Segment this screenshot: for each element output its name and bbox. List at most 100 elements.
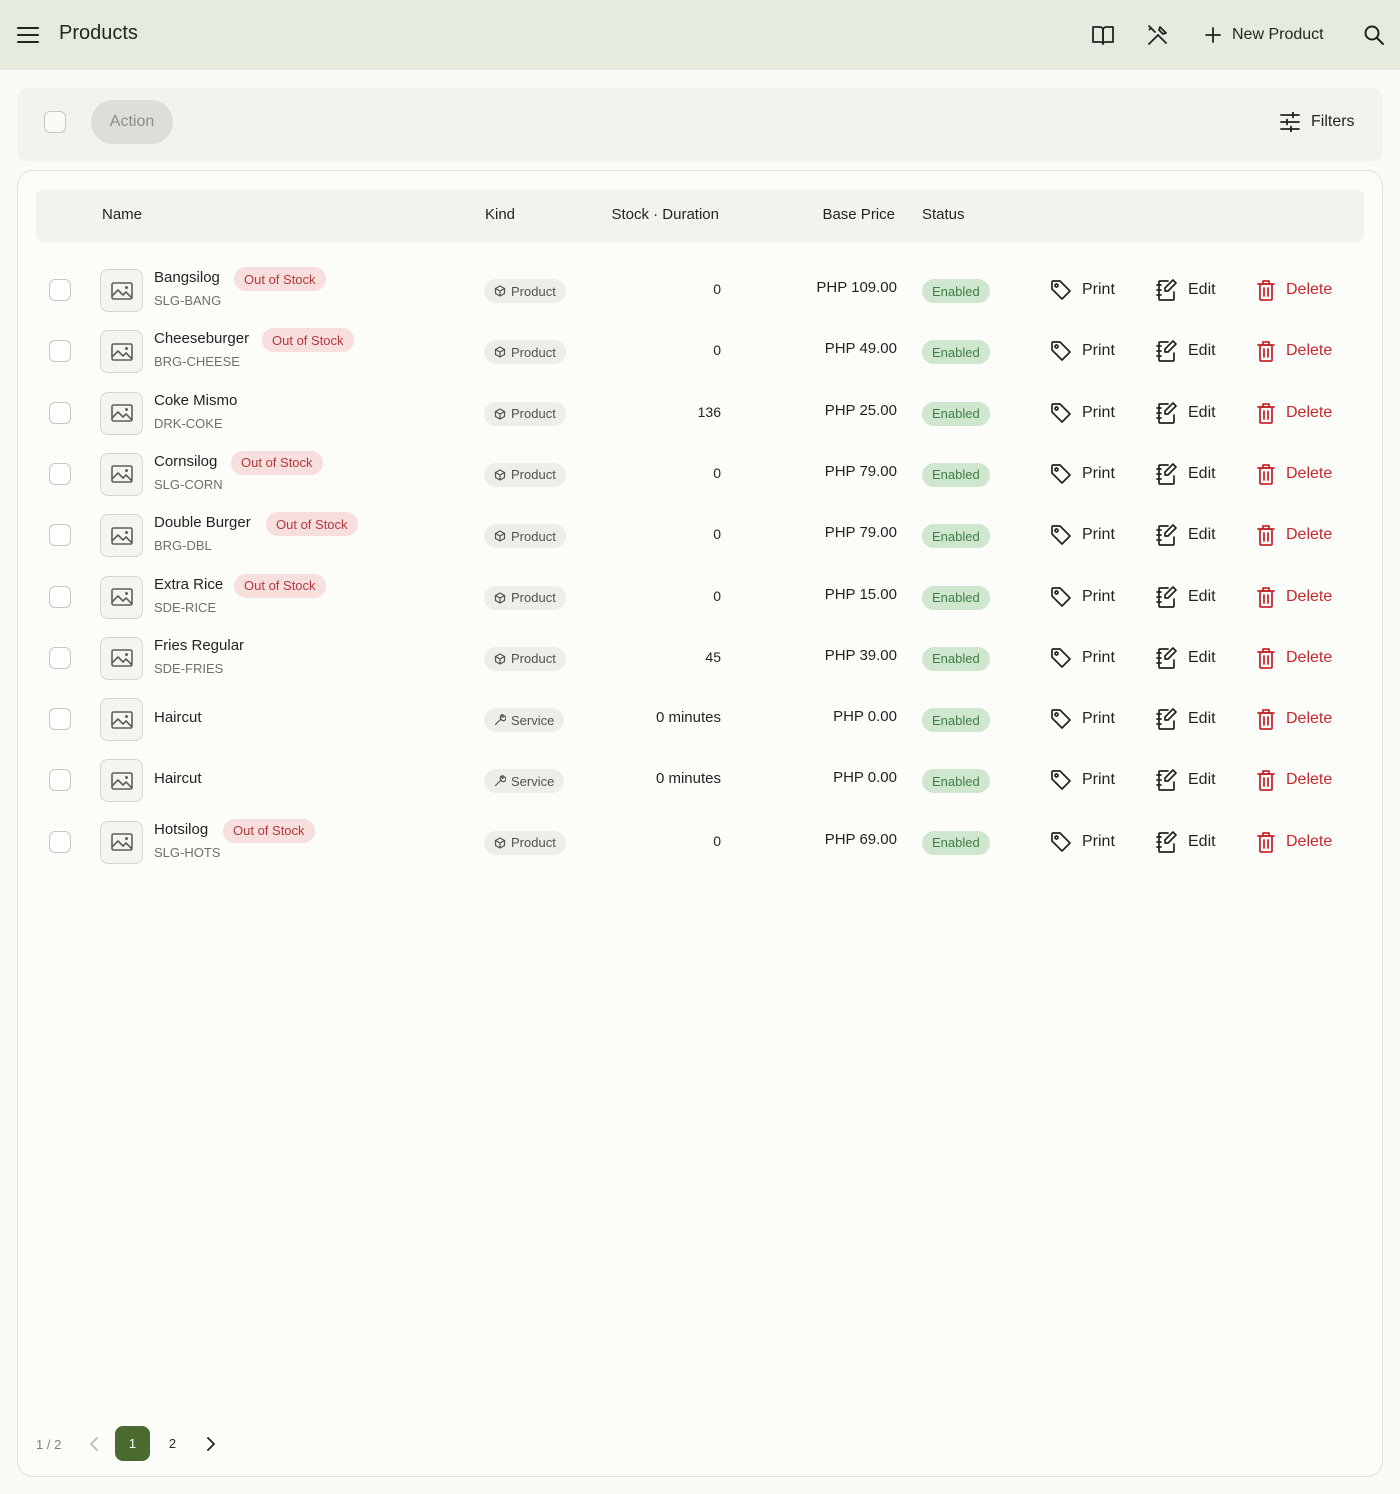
table-row[interactable]: Fries Regular SDE-FRIES Product 45 PHP 39.00… — [18, 628, 1384, 689]
product-name: Cheeseburger — [154, 330, 250, 348]
delete-button[interactable]: Delete — [1256, 460, 1332, 488]
status-badge: Enabled — [922, 401, 990, 426]
delete-button[interactable]: Delete — [1256, 705, 1332, 733]
column-header-stock[interactable]: Stock · Duration — [611, 206, 719, 223]
kind-badge: Service — [484, 708, 565, 733]
row-checkbox[interactable] — [49, 462, 71, 485]
product-sku: BRG-DBL — [154, 538, 212, 554]
table-row[interactable]: Coke Mismo DRK-COKE Product 136 PHP 25.00 Ena… — [18, 383, 1384, 444]
status-badge: Enabled — [922, 708, 990, 733]
row-checkbox[interactable] — [49, 524, 71, 547]
row-checkbox[interactable] — [49, 830, 71, 853]
column-header-price[interactable]: Base Price — [822, 206, 895, 223]
search-icon[interactable] — [1360, 21, 1388, 49]
table-row[interactable]: Haircut Service 0 minutes PHP 0.00 Enabled Pr… — [18, 689, 1384, 750]
edit-label: Edit — [1188, 281, 1216, 298]
edit-button[interactable]: Edit — [1156, 583, 1216, 611]
page-button-1[interactable]: 1 — [115, 1426, 150, 1461]
column-header-name[interactable]: Name — [102, 206, 142, 223]
trash-icon — [1257, 709, 1275, 730]
row-checkbox[interactable] — [49, 646, 71, 669]
edit-button[interactable]: Edit — [1156, 766, 1216, 794]
print-label: Print — [1082, 526, 1115, 544]
delete-button[interactable]: Delete — [1256, 337, 1332, 365]
delete-button[interactable]: Delete — [1256, 583, 1332, 611]
delete-label: Delete — [1286, 342, 1333, 360]
product-thumbnail — [100, 575, 143, 619]
edit-button[interactable]: Edit — [1156, 399, 1216, 427]
print-label: Print — [1082, 587, 1115, 605]
menu-icon[interactable] — [14, 21, 42, 49]
new-product-button[interactable]: New Product — [1204, 18, 1324, 52]
print-button[interactable]: Print — [1050, 644, 1115, 672]
chevron-left-icon[interactable] — [84, 1434, 104, 1454]
table-row[interactable]: Hotsilog SLG-HOTS Out of Stock Product 0 PHP … — [18, 812, 1384, 873]
table-row[interactable]: Bangsilog SLG-BANG Out of Stock Product 0 PHP… — [18, 260, 1384, 321]
product-name: Bangsilog — [154, 269, 220, 286]
filters-button[interactable]: Filters — [1279, 108, 1355, 136]
print-button[interactable]: Print — [1050, 583, 1115, 611]
print-button[interactable]: Print — [1050, 521, 1115, 549]
kind-badge: Product — [484, 462, 566, 487]
print-button[interactable]: Print — [1050, 337, 1115, 365]
page-button-2[interactable]: 2 — [160, 1426, 185, 1461]
delete-button[interactable]: Delete — [1256, 521, 1332, 549]
select-all-checkbox[interactable] — [44, 111, 66, 133]
status-badge: Enabled — [922, 769, 990, 794]
print-button[interactable]: Print — [1050, 766, 1115, 794]
delete-button[interactable]: Delete — [1256, 399, 1332, 427]
image-icon — [110, 465, 133, 484]
chevron-right-icon[interactable] — [201, 1434, 221, 1454]
row-checkbox[interactable] — [49, 708, 71, 731]
box-icon — [494, 346, 506, 358]
table-row[interactable]: Double Burger BRG-DBL Out of Stock Product 0… — [18, 505, 1384, 566]
print-button[interactable]: Print — [1050, 828, 1115, 856]
table-row[interactable]: Extra Rice SDE-RICE Out of Stock Product 0 PH… — [18, 567, 1384, 628]
edit-button[interactable]: Edit — [1156, 337, 1216, 365]
tag-icon — [1051, 464, 1071, 484]
delete-button[interactable]: Delete — [1256, 644, 1332, 672]
row-checkbox[interactable] — [49, 401, 71, 424]
delete-button[interactable]: Delete — [1256, 828, 1332, 856]
edit-button[interactable]: Edit — [1156, 705, 1216, 733]
edit-button[interactable]: Edit — [1156, 521, 1216, 549]
row-checkbox[interactable] — [49, 340, 71, 363]
print-button[interactable]: Print — [1050, 399, 1115, 427]
pagination: 1 / 2 1 2 — [18, 1426, 1384, 1462]
image-icon — [110, 649, 133, 668]
table-row[interactable]: Cornsilog SLG-CORN Out of Stock Product 0 PHP… — [18, 444, 1384, 505]
product-name: Coke Mismo — [154, 391, 238, 409]
row-checkbox[interactable] — [49, 769, 71, 792]
edit-icon — [1156, 401, 1177, 424]
tools-icon[interactable] — [1144, 21, 1172, 49]
column-header-status[interactable]: Status — [922, 206, 965, 223]
table-row[interactable]: Haircut Service 0 minutes PHP 0.00 Enabled Pr… — [18, 750, 1384, 811]
table-row[interactable]: Cheeseburger BRG-CHEESE Out of Stock Produc… — [18, 321, 1384, 382]
tag-icon — [1051, 831, 1071, 852]
edit-icon — [1156, 769, 1177, 792]
page-title: Products — [59, 22, 138, 44]
edit-button[interactable]: Edit — [1156, 828, 1216, 856]
edit-button[interactable]: Edit — [1156, 644, 1216, 672]
status-badge: Enabled — [922, 462, 990, 487]
row-checkbox[interactable] — [49, 585, 71, 608]
stock-value: 0 — [713, 342, 721, 359]
kind-label: Product — [511, 590, 556, 605]
book-icon[interactable] — [1089, 21, 1117, 49]
edit-icon — [1156, 585, 1177, 608]
row-checkbox[interactable] — [49, 279, 71, 301]
edit-button[interactable]: Edit — [1156, 460, 1216, 488]
action-button[interactable]: Action — [91, 100, 173, 144]
image-icon — [110, 710, 133, 729]
delete-button[interactable]: Delete — [1256, 766, 1332, 794]
edit-button[interactable]: Edit — [1156, 276, 1216, 304]
page-info: 1 / 2 — [36, 1437, 62, 1452]
print-button[interactable]: Print — [1050, 276, 1115, 304]
print-button[interactable]: Print — [1050, 460, 1115, 488]
delete-button[interactable]: Delete — [1256, 276, 1332, 304]
table-header: Name Kind Stock · Duration Base Price St… — [36, 189, 1364, 242]
column-header-kind[interactable]: Kind — [485, 206, 515, 223]
image-icon — [110, 404, 133, 422]
print-button[interactable]: Print — [1050, 705, 1115, 733]
out-of-stock-badge: Out of Stock — [231, 450, 323, 475]
